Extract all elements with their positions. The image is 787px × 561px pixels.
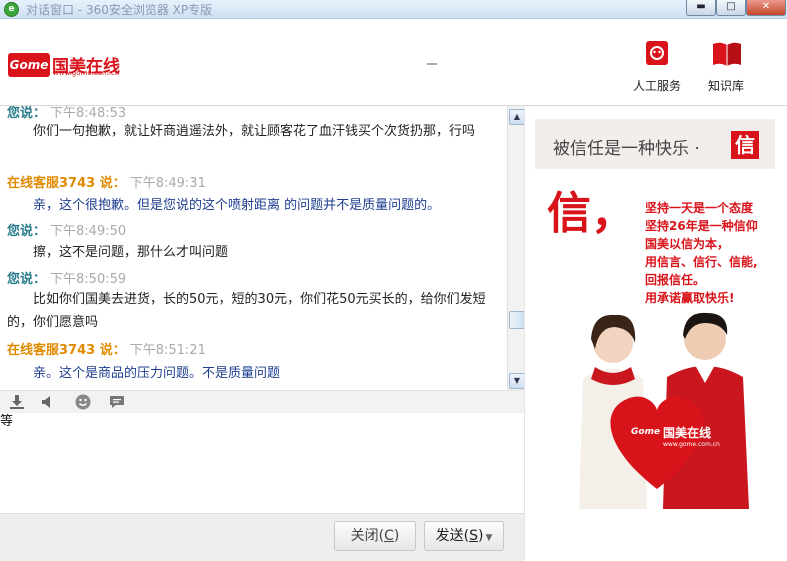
chat-bubble-icon[interactable]	[108, 393, 126, 411]
message-time: 下午8:48:53	[50, 106, 127, 121]
message-input[interactable]: 等	[0, 413, 524, 513]
banner-line: 用信言、信行、信能,	[645, 255, 758, 269]
banner-line: 坚持一天是一个态度	[645, 201, 754, 215]
heart-logo-name: 国美在线	[663, 426, 712, 440]
message-header: 您说： 下午8:49:50	[7, 220, 126, 239]
message-header: 您说： 下午8:48:53	[7, 106, 126, 121]
chevron-down-icon[interactable]: ▼	[485, 533, 492, 543]
send-shortcut-key: S	[469, 528, 478, 544]
close-button[interactable]: 关闭(C)	[334, 521, 416, 551]
banner-slogan-mark: 信	[731, 131, 759, 159]
emoji-icon[interactable]	[74, 393, 92, 411]
banner-big-text: 信，	[547, 188, 635, 239]
chat-transcript: 您说： 下午8:48:53 你们一句抱歉，就让奸商逍遥法外，就让顾客花了血汗钱买个…	[0, 106, 506, 390]
minimize-button[interactable]: ▬	[686, 0, 716, 16]
gome-logo-url: www.gome.com.cn	[53, 69, 120, 77]
send-button[interactable]: 发送(S) ▼	[424, 521, 504, 551]
window-title: 对话窗口 - 360安全浏览器 XP专版	[26, 3, 213, 17]
ad-panel: 被信任是一种快乐 · 信 信， 坚持一天是一个态度 坚持26年是一种信仰 国美以…	[524, 106, 787, 560]
message-header: 在线客服3743 说： 下午8:51:21	[7, 339, 206, 358]
banner-line: 回报信任。	[645, 273, 706, 287]
chat-header: Gome 国美在线 www.gome.com.cn 人工服务 知识库	[0, 19, 787, 106]
message-time: 下午8:49:50	[50, 224, 127, 239]
sender-name: 在线客服3743 说：	[7, 343, 126, 358]
heart-logo-url: www.gome.com.cn	[663, 441, 720, 448]
input-toolbar	[0, 390, 524, 414]
message-text: 亲。这个是商品的压力问题。不是质量问题	[33, 366, 281, 381]
sender-name: 在线客服3743 说：	[7, 176, 126, 191]
banner-line: 国美以信为本，	[645, 237, 730, 251]
headset-icon	[642, 41, 672, 67]
banner-line: 坚持26年是一种信仰	[645, 219, 758, 233]
human-service-label: 人工服务	[632, 79, 681, 93]
close-shortcut-key: C	[384, 528, 394, 544]
message-text: 比如你们国美去进货，长的50元，短的30元，你们花50元买长的，给你们发短的，你…	[7, 292, 486, 330]
banner-text-block: 坚持一天是一个态度 坚持26年是一种信仰 国美以信为本， 用信言、信行、信能, …	[645, 199, 775, 307]
sender-name: 您说：	[7, 106, 47, 121]
banner-top-strip: 被信任是一种快乐 · 信	[535, 119, 775, 169]
scroll-down-button[interactable]: ▼	[509, 373, 525, 389]
knowledge-base-button[interactable]: 知识库	[691, 41, 761, 94]
message-time: 下午8:49:31	[129, 176, 206, 191]
message-text: 你们一句抱歉，就让奸商逍遥法外，就让顾客花了血汗钱买个次货扔那，行吗	[33, 124, 476, 139]
message-header: 您说： 下午8:50:59	[7, 268, 126, 287]
sender-name: 您说：	[7, 272, 47, 287]
send-button-label: 发送	[435, 528, 464, 544]
message-text: 擦，这不是问题，那什么才叫问题	[33, 245, 229, 260]
message-time: 下午8:50:59	[50, 272, 127, 287]
browser-icon: e	[4, 2, 19, 17]
title-bar: e 对话窗口 - 360安全浏览器 XP专版 ▬ □ ✕	[0, 0, 787, 19]
scroll-up-button[interactable]: ▲	[509, 109, 525, 125]
message-text: 亲，这个很抱歉。但是您说的这个喷射距离 的问题并不是质量问题的。	[33, 198, 441, 213]
maximize-button[interactable]: □	[716, 0, 746, 16]
heart-logo-badge: Gome	[631, 427, 661, 437]
chat-scrollbar[interactable]: ▲ ▼	[507, 106, 525, 390]
sender-name: 您说：	[7, 224, 47, 239]
banner-slogan: 被信任是一种快乐 ·	[553, 139, 700, 159]
download-icon[interactable]	[8, 393, 26, 411]
heart-logo: Gome 国美在线 www.gome.com.cn	[585, 424, 765, 479]
human-service-button[interactable]: 人工服务	[622, 41, 692, 94]
message-header: 在线客服3743 说： 下午8:49:31	[7, 172, 206, 191]
chat-footer: 关闭(C) 发送(S) ▼	[0, 513, 524, 561]
header-divider	[427, 63, 437, 65]
close-window-button[interactable]: ✕	[746, 0, 786, 16]
gome-logo-badge: Gome	[8, 53, 50, 77]
message-time: 下午8:51:21	[129, 343, 206, 358]
sound-icon[interactable]	[39, 393, 57, 411]
knowledge-base-label: 知识库	[707, 79, 744, 93]
gome-trust-banner[interactable]: 被信任是一种快乐 · 信 信， 坚持一天是一个态度 坚持26年是一种信仰 国美以…	[535, 119, 775, 509]
book-icon	[711, 41, 741, 67]
close-button-label: 关闭	[350, 528, 379, 544]
scroll-thumb[interactable]	[509, 311, 525, 329]
